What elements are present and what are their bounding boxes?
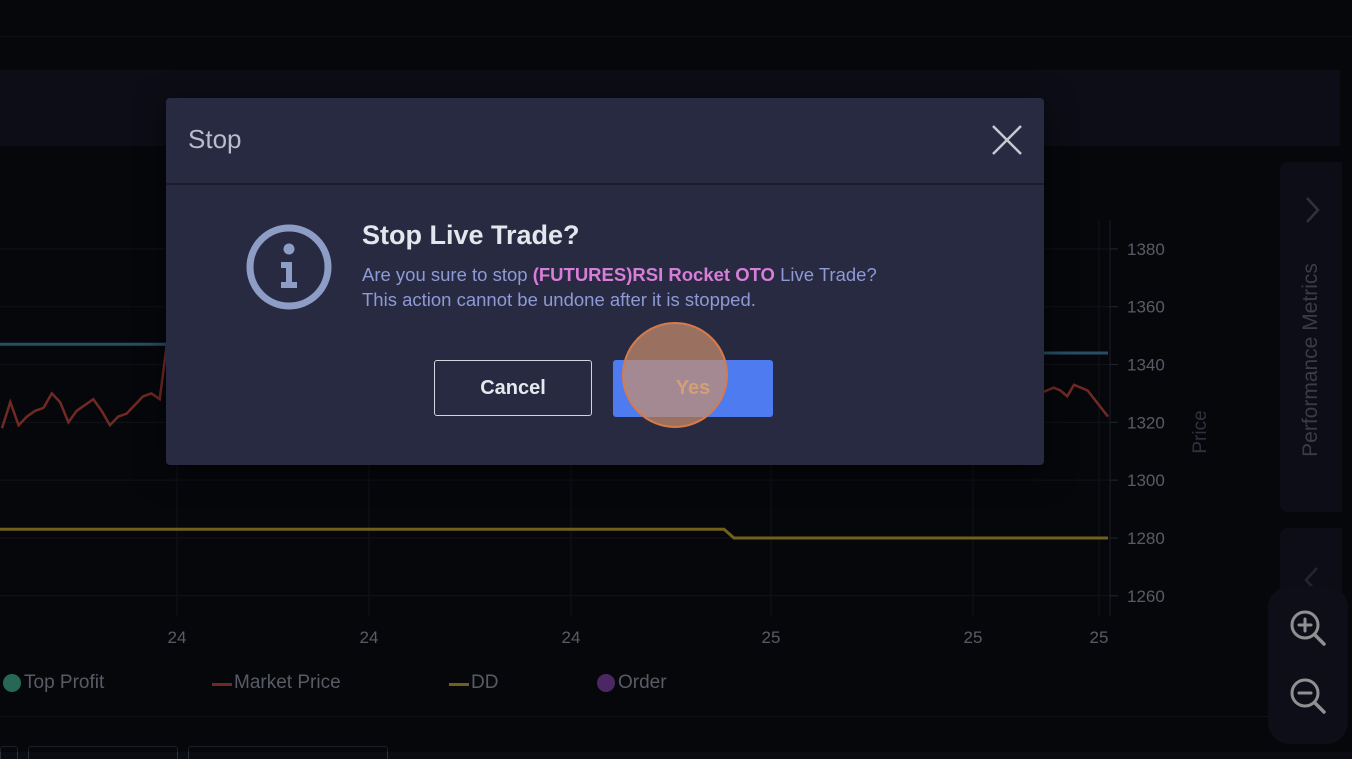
info-icon: [246, 224, 332, 310]
message-prefix: Are you sure to stop: [362, 264, 533, 285]
yes-button[interactable]: Yes: [613, 360, 773, 417]
message-line2: This action cannot be undone after it is…: [362, 289, 756, 310]
dialog-heading: Stop Live Trade?: [362, 220, 580, 250]
close-icon: [992, 125, 1022, 155]
message-suffix: Live Trade?: [774, 264, 877, 285]
close-button[interactable]: [989, 122, 1025, 158]
stop-dialog: Stop Stop Live Trade? Are you sure to st…: [166, 98, 1044, 465]
dialog-title: Stop: [188, 124, 242, 154]
dialog-header: Stop: [166, 98, 1044, 185]
strategy-name: (FUTURES)RSI Rocket OTO: [532, 264, 775, 285]
cancel-button[interactable]: Cancel: [434, 360, 592, 416]
dialog-message: Are you sure to stop (FUTURES)RSI Rocket…: [362, 262, 877, 312]
